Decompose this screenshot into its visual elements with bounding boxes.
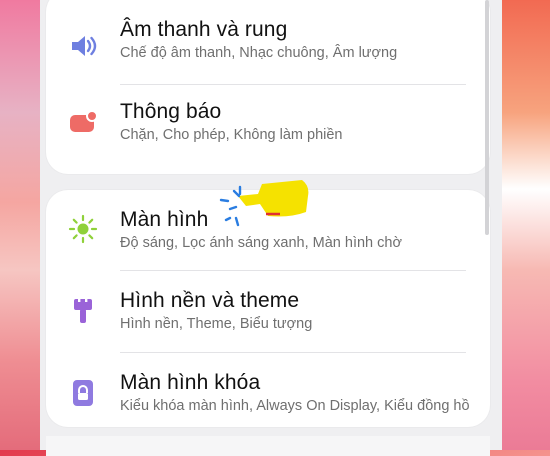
settings-item-lock-screen[interactable]: Màn hình khóa Kiểu khóa màn hình, Always… <box>46 353 490 435</box>
item-title: Âm thanh và rung <box>120 18 288 41</box>
settings-card-sound: Âm thanh và rung Chế độ âm thanh, Nhạc c… <box>46 0 490 174</box>
item-title: Hình nền và theme <box>120 289 300 312</box>
item-subtitle: Chặn, Cho phép, Không làm phiền <box>120 127 343 143</box>
item-subtitle: Chế độ âm thanh, Nhạc chuông, Âm lượng <box>120 45 398 61</box>
item-title: Màn hình <box>120 208 209 231</box>
settings-item-notifications[interactable]: Thông báo Chặn, Cho phép, Không làm phiề… <box>46 85 490 167</box>
scrollbar[interactable] <box>485 0 489 235</box>
item-subtitle: Kiểu khóa màn hình, Always On Display, K… <box>120 398 470 414</box>
item-title: Thông báo <box>120 100 222 123</box>
notification-icon <box>70 110 98 132</box>
brightness-icon <box>68 214 98 244</box>
settings-item-sound-vibration[interactable]: Âm thanh và rung Chế độ âm thanh, Nhạc c… <box>46 0 490 82</box>
next-card-edge <box>46 436 490 456</box>
volume-icon <box>72 36 97 56</box>
tap-indicator-icon <box>219 180 309 227</box>
paintbrush-icon <box>74 297 92 323</box>
lock-icon <box>73 380 93 406</box>
settings-item-wallpaper-theme[interactable]: Hình nền và theme Hình nền, Theme, Biểu … <box>46 271 490 353</box>
item-title: Màn hình khóa <box>120 371 261 394</box>
item-subtitle: Hình nền, Theme, Biểu tượng <box>120 316 313 332</box>
